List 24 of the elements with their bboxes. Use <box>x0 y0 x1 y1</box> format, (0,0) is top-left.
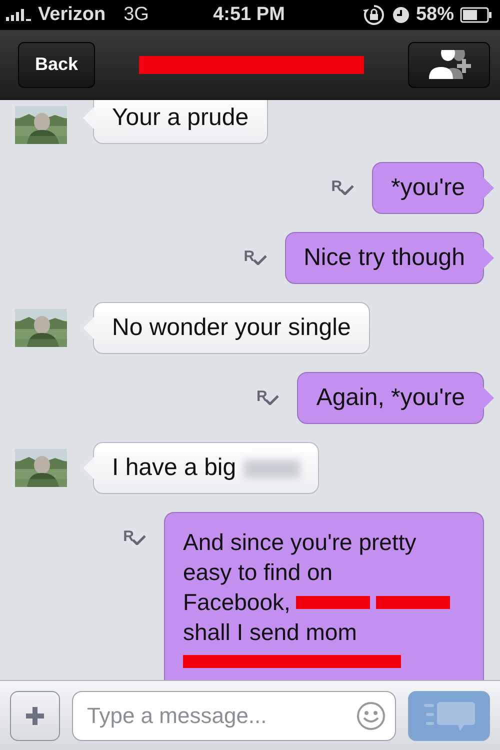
attach-button[interactable] <box>10 690 60 740</box>
chat-bubble-icon <box>422 700 476 732</box>
battery-icon <box>460 7 492 23</box>
smiley-icon <box>356 700 386 730</box>
message-text: Again, *you're <box>316 384 465 411</box>
signal-icon <box>6 9 32 21</box>
message-text: And since you're pretty easy to find on <box>183 528 418 587</box>
clock-icon <box>392 6 410 24</box>
message-input[interactable]: Type a message... <box>72 690 396 740</box>
message-text: No wonder your single <box>112 314 351 341</box>
message-text: Facebook, <box>183 588 290 617</box>
message-text: shall I send mom <box>183 618 357 647</box>
add-contact-button[interactable] <box>408 42 490 88</box>
plus-icon <box>24 704 46 726</box>
message-text: I have a big <box>112 454 236 481</box>
battery-percent: 58% <box>416 4 454 26</box>
back-button[interactable]: Back <box>18 42 96 88</box>
message-text: Your a prude <box>112 104 249 131</box>
message-text: Nice try though <box>304 244 465 271</box>
clock-time: 4:51 PM <box>213 4 285 26</box>
rotation-lock-icon <box>362 4 386 26</box>
network-type: 3G <box>124 4 149 26</box>
message-text: *you're <box>391 174 465 201</box>
carrier-name: Verizon <box>38 4 106 26</box>
